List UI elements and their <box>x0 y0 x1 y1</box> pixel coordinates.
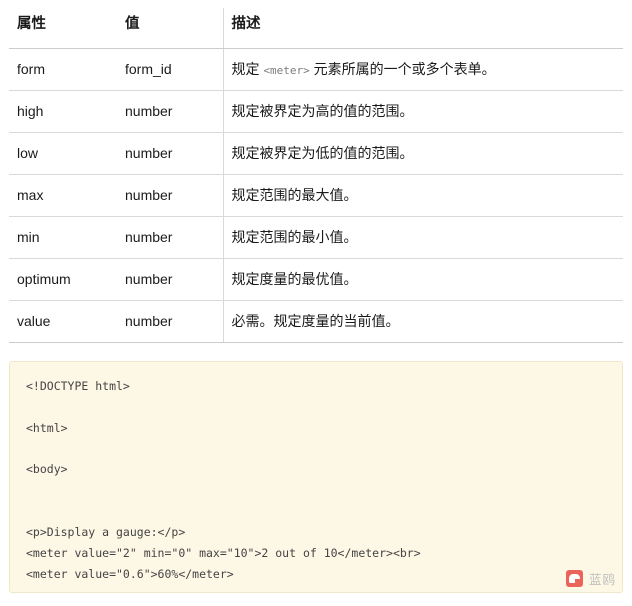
cell-description: 规定被界定为高的值的范围。 <box>222 90 623 133</box>
cell-value: number <box>117 174 223 217</box>
cell-attribute: high <box>9 90 117 133</box>
attributes-table: 属性 值 描述 form form_id 规定 <meter> 元素所属的一个或… <box>9 8 623 343</box>
cell-value: number <box>117 258 223 301</box>
table-row: low number 规定被界定为低的值的范围。 <box>9 132 623 175</box>
cell-description: 规定范围的最大值。 <box>222 174 623 217</box>
cell-value: number <box>117 90 223 133</box>
code-line: <html> <box>26 420 68 435</box>
cell-attribute: form <box>9 48 117 91</box>
document-page: 属性 值 描述 form form_id 规定 <meter> 元素所属的一个或… <box>0 8 632 606</box>
code-line: <body> <box>26 462 68 477</box>
description-text-after: 元素所属的一个或多个表单。 <box>313 60 496 77</box>
code-example-block: <!DOCTYPE html> <html> <body> <p>Display… <box>9 360 623 593</box>
cell-description: 规定度量的最优值。 <box>222 258 623 301</box>
cell-value: form_id <box>117 48 223 91</box>
table-row: optimum number 规定度量的最优值。 <box>9 258 623 301</box>
table-row: max number 规定范围的最大值。 <box>9 174 623 217</box>
table-header-row: 属性 值 描述 <box>9 8 623 49</box>
watermark-label: 蓝鸥 <box>588 573 616 587</box>
cell-value: number <box>117 132 223 175</box>
cell-description: 规定被界定为低的值的范围。 <box>222 132 623 175</box>
cell-description: 必需。规定度量的当前值。 <box>222 300 623 343</box>
watermark: 蓝鸥 <box>565 569 616 588</box>
cell-value: number <box>117 300 223 343</box>
cell-attribute: min <box>9 216 117 259</box>
table-row: min number 规定范围的最小值。 <box>9 216 623 259</box>
code-line: <p>Display a gauge:</p> <box>26 525 186 540</box>
column-header-value: 值 <box>117 8 223 49</box>
cell-attribute: value <box>9 300 117 343</box>
code-line: <meter value="0.6">60%</meter> <box>26 567 234 582</box>
inline-code-meter: <meter> <box>263 63 310 77</box>
table-row: form form_id 规定 <meter> 元素所属的一个或多个表单。 <box>9 48 623 91</box>
description-text-before: 规定 <box>231 60 260 77</box>
table-body: form form_id 规定 <meter> 元素所属的一个或多个表单。 hi… <box>9 48 623 343</box>
seagull-logo-icon <box>565 570 583 587</box>
table-row: high number 规定被界定为高的值的范围。 <box>9 90 623 133</box>
column-header-attribute: 属性 <box>9 8 117 49</box>
code-line: <!DOCTYPE html> <box>26 378 130 393</box>
cell-description: 规定范围的最小值。 <box>222 216 623 259</box>
cell-value: number <box>117 216 223 259</box>
cell-description: 规定 <meter> 元素所属的一个或多个表单。 <box>222 48 623 91</box>
cell-attribute: optimum <box>9 258 117 301</box>
cell-attribute: max <box>9 174 117 217</box>
code-line: <meter value="2" min="0" max="10">2 out … <box>26 546 421 561</box>
column-header-description: 描述 <box>222 8 623 49</box>
table-header: 属性 值 描述 <box>9 8 623 49</box>
table-row: value number 必需。规定度量的当前值。 <box>9 300 623 343</box>
cell-attribute: low <box>9 132 117 175</box>
